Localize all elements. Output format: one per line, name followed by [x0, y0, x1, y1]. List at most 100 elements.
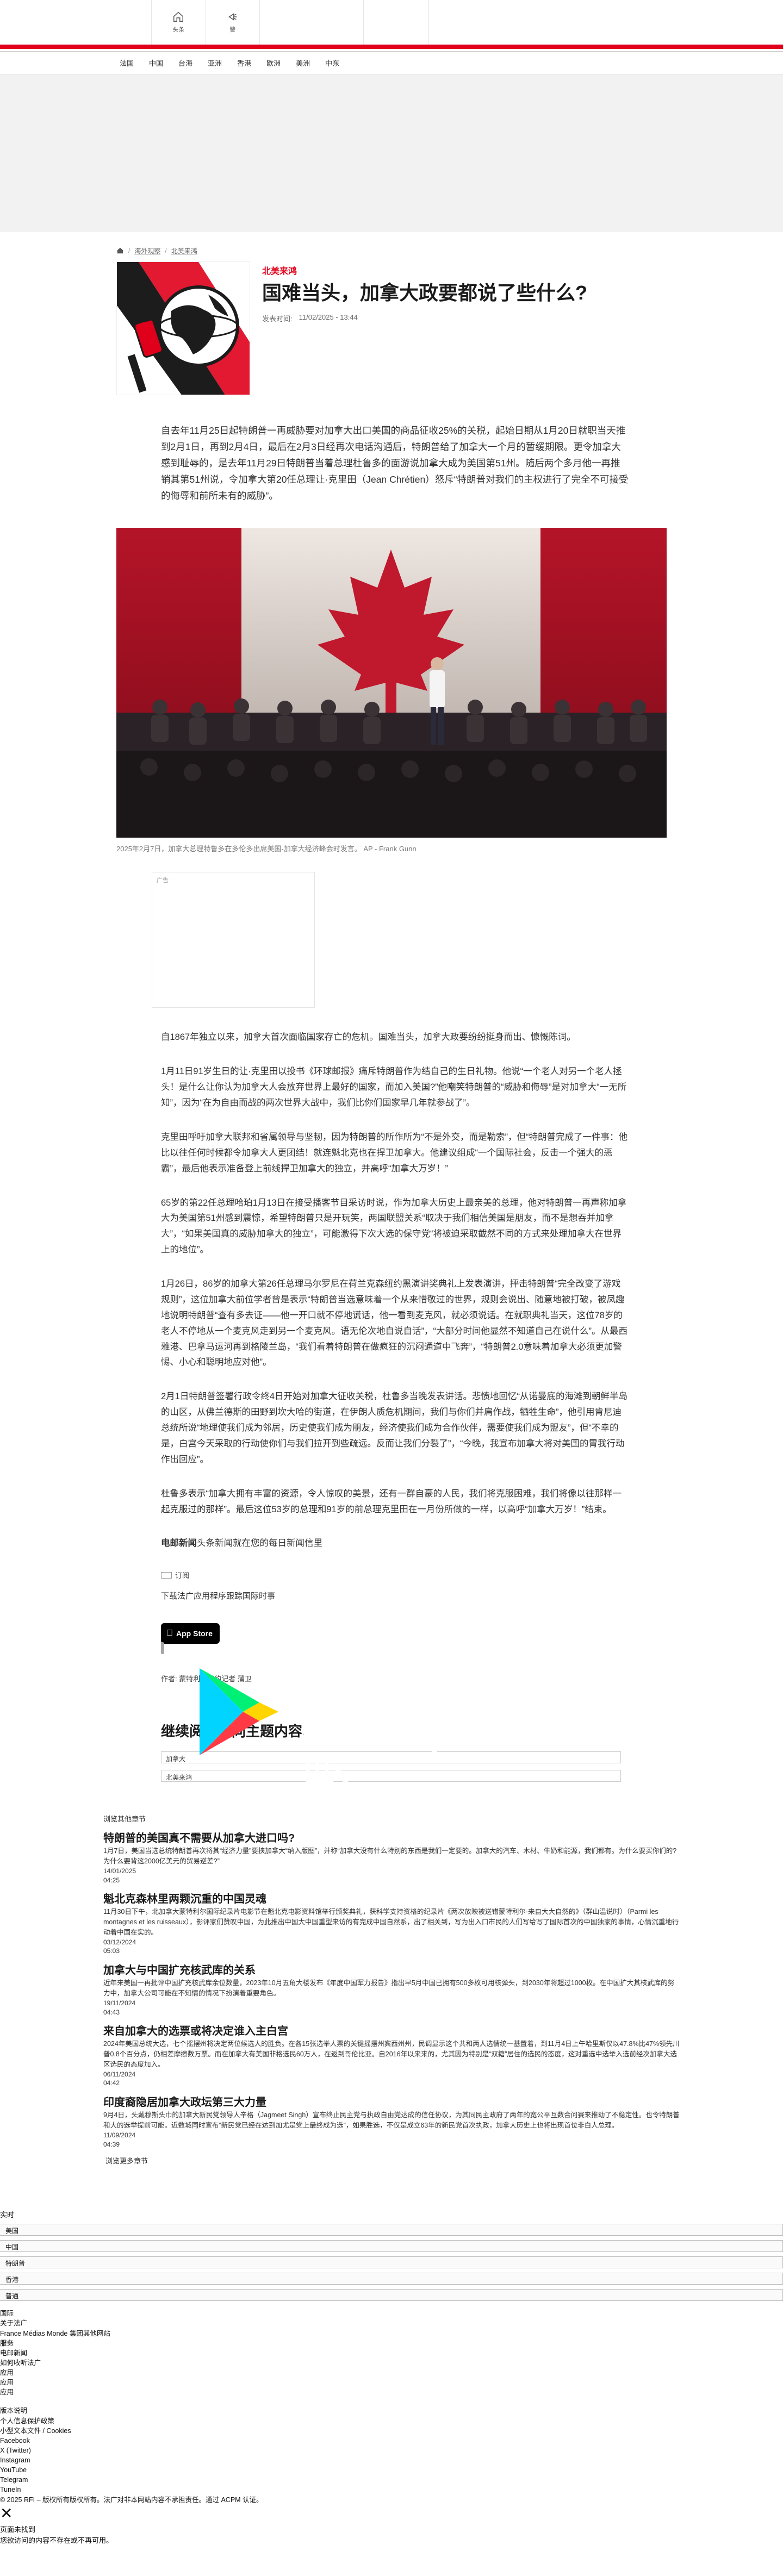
not-found-desc: 您欲访问的内容不存在或不再可用。 [0, 2536, 114, 2545]
topic-select[interactable]: 特朗普 [0, 2256, 783, 2269]
home-icon [172, 11, 184, 23]
app-store-label: App Store [170, 1629, 213, 1638]
article-title: 国难当头，加拿大政要都说了些什么? [262, 282, 587, 304]
topic-select[interactable]: 中国 [0, 2240, 783, 2253]
hero-image [116, 528, 667, 838]
more-sections-link[interactable]: 浏览更多章节 [105, 2155, 680, 2166]
ad-label: 广告 [157, 877, 169, 884]
footer-link[interactable]: Instagram [0, 2455, 783, 2465]
top-ad-banner [0, 74, 783, 232]
related-time: 04:42 [103, 2079, 120, 2087]
topic-select[interactable]: 普通 [0, 2289, 783, 2301]
footer-link[interactable]: France Médias Monde 集团其他网站 [0, 2329, 783, 2338]
newsletter-text: 头条新闻就在您的每日新闻信里 [197, 1538, 322, 1549]
related-article[interactable]: 特朗普的美国真不需要从加拿大进口吗? 1月7日，美国当选总统特朗普再次将其“经济力… [103, 1829, 680, 1885]
region-nav-item[interactable]: 法国 [116, 52, 141, 74]
region-nav: 法国 中国 台海 亚洲 香港 欧洲 美洲 中东 [0, 52, 783, 74]
related-title[interactable]: 加拿大与中国扩充核武库的关系 [103, 1961, 680, 1977]
footer-link[interactable]: 电邮新闻 [0, 2348, 783, 2358]
footer-link[interactable]: 应用 [0, 2368, 783, 2378]
related-article[interactable]: 印度裔隐居加拿大政坛第三大力量 9月4日，头戴穆斯头巾的加拿大新民党领导人辛格（J… [103, 2093, 680, 2149]
publish-info: 发表时间: 11/02/2025 - 13:44 [262, 313, 587, 323]
google-play-brand: Google Play [301, 1697, 484, 1831]
region-nav-item[interactable]: 美洲 [288, 52, 318, 74]
header-divider [428, 0, 429, 45]
footer-link[interactable]: X (Twitter) [0, 2446, 783, 2455]
language-block: 实时 美国中国特朗普香港普通 [0, 2209, 783, 2301]
apple-icon:  [166, 1629, 173, 1638]
region-nav-item[interactable]: 中国 [141, 52, 171, 74]
related-title[interactable]: 来自加拿大的选票或将决定谁入主白宫 [103, 2022, 680, 2038]
footer-link[interactable]: 版本说明 [0, 2406, 783, 2416]
related-time: 05:03 [103, 1947, 120, 1955]
show-logo [116, 261, 250, 395]
breadcrumb-home-icon[interactable] [116, 247, 124, 254]
footer-link[interactable]: 应用 [0, 2387, 783, 2397]
breadcrumb-link[interactable]: 北美来鸿 [171, 246, 197, 255]
footer-link[interactable]: YouTube [0, 2465, 783, 2475]
related-title[interactable]: 印度裔隐居加拿大政坛第三大力量 [103, 2093, 680, 2109]
google-play-icon [200, 1668, 278, 1756]
inline-ad[interactable]: 广告 [152, 872, 315, 1008]
article-header: 北美来鸿 国难当头，加拿大政要都说了些什么? 发表时间: 11/02/2025 … [116, 261, 667, 395]
region-nav-item[interactable]: 欧洲 [259, 52, 288, 74]
footer-link[interactable]: 服务 [0, 2338, 783, 2348]
footer-link[interactable]: 如何收听法广 [0, 2358, 783, 2368]
subscribe-button[interactable]: 订阅 [175, 1570, 189, 1580]
related-time: 04:39 [103, 2140, 120, 2148]
live-label: 实时 [0, 2211, 15, 2219]
article-paragraph: 65岁的第22任总理哈珀1月13日在接受播客节目采访时说，作为加拿大历史上最亲美… [161, 1197, 627, 1255]
article-paragraph: 克里田呼吁加拿大联邦和省属领导与坚韧，因为特朗普的所作所为“不是外交，而是勒索”… [161, 1132, 627, 1174]
article-body: 自1867年独立以来，加拿大首次面临国家存亡的危机。国难当头，加拿大政要纷纷挺身… [161, 1030, 629, 1551]
article-lead: 自去年11月25日起特朗普一再威胁要对加拿大出口美国的商品征收25%的关税，起始… [161, 425, 629, 502]
close-icon[interactable]: ✕ [0, 2505, 783, 2521]
region-nav-item[interactable]: 亚洲 [200, 52, 229, 74]
nav-alert[interactable]: 警 [205, 0, 260, 45]
related-date: 11/09/2024 [103, 2131, 136, 2139]
header-divider [363, 0, 364, 45]
nav-home-label: 头条 [172, 27, 185, 33]
copyright: © 2025 RFI – 版权所有版权所有。法广对非本网站内容不承担责任。通过 … [0, 2496, 263, 2504]
region-nav-item[interactable]: 中东 [318, 52, 347, 74]
footer-link[interactable]: TuneIn [0, 2485, 783, 2494]
related-time: 04:25 [103, 1876, 120, 1884]
related-date: 06/11/2024 [103, 2070, 136, 2078]
newsletter-strong: 电邮新闻 [161, 1538, 197, 1549]
footer-link[interactable]: Facebook [0, 2436, 783, 2446]
article-paragraph: 杜鲁多表示“加拿大拥有丰富的资源，令人惊叹的美景，还有一群自豪的人民，我们将克服… [161, 1488, 622, 1514]
region-nav-item[interactable]: 台海 [171, 52, 200, 74]
download-app-text: 下载法广应用程序跟踪国际时事 [161, 1592, 276, 1601]
related-title[interactable]: 魁北克森林里两颗沉重的中国灵魂 [103, 1890, 680, 1906]
footer-link[interactable]: 小型文本文件 / Cookies [0, 2426, 783, 2436]
alert-icon [227, 11, 239, 23]
footer-link[interactable]: 关于法广 [0, 2318, 783, 2328]
footer-link[interactable]: Telegram [0, 2475, 783, 2485]
article-paragraph: 1月26日，86岁的加拿大第26任总理马尔罗尼在荷兰克森纽约黑演讲奖典礼上发表演… [161, 1279, 627, 1368]
related-time: 04:43 [103, 2008, 120, 2016]
article-kicker[interactable]: 北美来鸿 [262, 264, 587, 277]
image-caption: 2025年2月7日，加拿大总理特鲁多在多伦多出席美国-加拿大经济峰会时发言。 A… [116, 845, 417, 853]
related-date: 19/11/2024 [103, 1999, 136, 2007]
related-section: 浏览其他章节 特朗普的美国真不需要从加拿大进口吗? 1月7日，美国当选总统特朗普再… [103, 1813, 680, 2166]
topic-select[interactable]: 香港 [0, 2273, 783, 2285]
topic-select[interactable]: 美国 [0, 2224, 783, 2236]
breadcrumb-separator: / [165, 247, 167, 254]
article-header-text: 北美来鸿 国难当头，加拿大政要都说了些什么? 发表时间: 11/02/2025 … [262, 261, 587, 395]
not-found-title: 页面未找到 [0, 2525, 36, 2534]
google-play-banner[interactable]: 下载应用，请到 Google Play [161, 1642, 484, 1831]
breadcrumb-link[interactable]: 海外观察 [134, 246, 160, 255]
nav-home[interactable]: 头条 [152, 0, 206, 45]
footer-link[interactable]: 应用 [0, 2378, 783, 2387]
related-article[interactable]: 来自加拿大的选票或将决定谁入主白宫 2024年美国总统大选，七个摇摆州将决定两位候… [103, 2022, 680, 2088]
related-article[interactable]: 魁北克森林里两颗沉重的中国灵魂 11月30日下午，北加拿大蒙特利尔国际纪录片电影节… [103, 1890, 680, 1956]
region-nav-item[interactable]: 香港 [229, 52, 259, 74]
app-store-badge[interactable]:  App Store [161, 1623, 220, 1644]
breadcrumb: / 海外观察 / 北美来鸿 [116, 232, 667, 257]
footer-link[interactable]: 国际 [0, 2309, 783, 2318]
related-article[interactable]: 加拿大与中国扩充核武库的关系 近年来美国一再批评中国扩充核武库余位数量，2023年… [103, 1961, 680, 2017]
related-summary: 近年来美国一再批评中国扩充核武库余位数量，2023年10月五角大楼发布《年度中国… [103, 1979, 675, 1998]
related-summary: 2024年美国总统大选，七个摇摆州将决定两位候选人的胜负。在各15张选举人票的关… [103, 2040, 680, 2068]
article-container: / 海外观察 / 北美来鸿 北美来鸿 国难当头，加拿大政要都说了些什么? 发表时… [116, 232, 667, 1831]
footer-link[interactable]: 个人信息保护政策 [0, 2416, 783, 2426]
mail-icon [161, 1571, 172, 1579]
